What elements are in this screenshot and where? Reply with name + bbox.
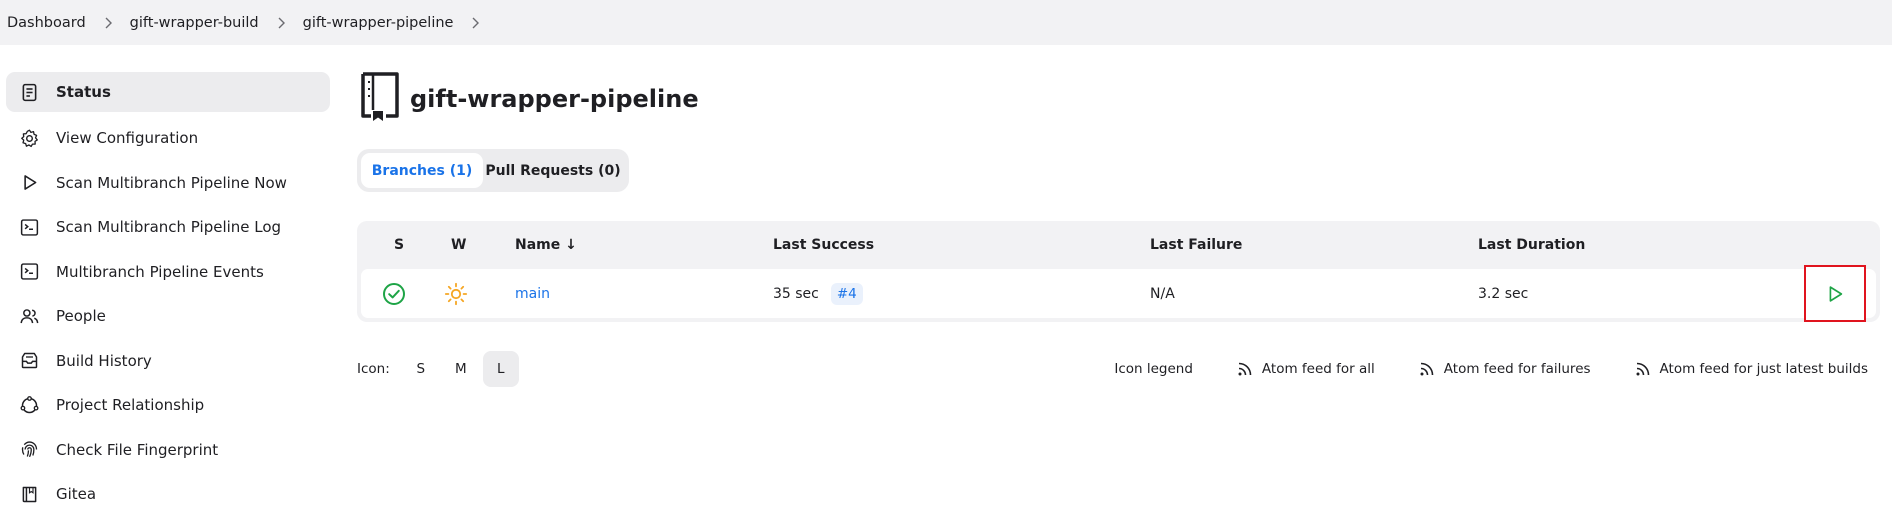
terminal-icon: [18, 216, 40, 238]
sidebar-item-label: People: [56, 307, 106, 326]
pipeline-book-icon: [360, 72, 400, 126]
status-icon: [18, 81, 40, 103]
sidebar-item-scan-log[interactable]: Scan Multibranch Pipeline Log: [6, 205, 330, 250]
atom-feed-failures-label: Atom feed for failures: [1443, 361, 1591, 377]
header-last-success[interactable]: Last Success: [773, 237, 874, 253]
play-icon: [18, 172, 40, 194]
rss-icon: [1238, 362, 1252, 376]
sidebar-item-status[interactable]: Status: [6, 72, 330, 112]
atom-feed-latest-label: Atom feed for just latest builds: [1659, 361, 1868, 377]
header-weather[interactable]: W: [451, 237, 466, 253]
sidebar-item-label: Status: [56, 83, 111, 101]
sidebar-item-label: Multibranch Pipeline Events: [56, 262, 264, 281]
fingerprint-icon: [18, 439, 40, 461]
breadcrumb-dashboard[interactable]: Dashboard: [7, 15, 86, 31]
sidebar-item-gitea[interactable]: Gitea: [6, 472, 330, 517]
sidebar-item-scan-now[interactable]: Scan Multibranch Pipeline Now: [6, 161, 330, 206]
breadcrumb-folder[interactable]: gift-wrapper-build: [130, 15, 259, 31]
breadcrumb: Dashboard gift-wrapper-build gift-wrappe…: [0, 0, 1892, 45]
atom-feed-latest-link[interactable]: Atom feed for just latest builds: [1635, 361, 1868, 377]
terminal-icon: [18, 261, 40, 283]
gear-icon: [18, 127, 40, 149]
history-icon: [18, 350, 40, 372]
sidebar-item-people[interactable]: People: [6, 294, 330, 339]
sidebar-item-label: Project Relationship: [56, 396, 205, 415]
tab-pull-requests[interactable]: Pull Requests (0): [483, 153, 623, 188]
sidebar-item-project-relationship[interactable]: Project Relationship: [6, 383, 330, 428]
feed-links: Icon legend Atom feed for all Atom feed …: [1070, 350, 1868, 388]
breadcrumb-pipeline[interactable]: gift-wrapper-pipeline: [303, 15, 454, 31]
atom-feed-all-label: Atom feed for all: [1261, 361, 1375, 377]
sidebar: Status View Configuration Scan Multibran…: [6, 72, 330, 517]
atom-feed-failures-link[interactable]: Atom feed for failures: [1419, 361, 1591, 377]
people-icon: [18, 305, 40, 327]
atom-feed-all-link[interactable]: Atom feed for all: [1237, 361, 1375, 377]
icon-size-label: Icon:: [357, 361, 390, 377]
rss-icon: [1636, 362, 1649, 376]
chevron-right-icon: [103, 17, 113, 29]
success-icon: [382, 269, 406, 318]
icon-size-small-button[interactable]: S: [403, 351, 439, 387]
sidebar-item-label: Build History: [56, 351, 152, 370]
rss-icon: [1420, 362, 1434, 376]
icon-legend-label: Icon legend: [1114, 361, 1193, 377]
header-name[interactable]: Name ↓: [515, 237, 577, 253]
tab-branches[interactable]: Branches (1): [361, 153, 483, 188]
sidebar-item-view-configuration[interactable]: View Configuration: [6, 116, 330, 161]
last-duration-cell: 3.2 sec: [1478, 285, 1529, 302]
branch-name-link[interactable]: main: [515, 269, 550, 318]
play-icon: [1829, 285, 1843, 302]
relationship-icon: [18, 394, 40, 416]
schedule-build-button[interactable]: [1804, 265, 1866, 322]
table-row: main 35 sec #4 N/A 3.2 sec: [361, 269, 1876, 318]
last-failure-cell: N/A: [1150, 285, 1175, 302]
sidebar-item-pipeline-events[interactable]: Multibranch Pipeline Events: [6, 250, 330, 295]
sidebar-item-label: Scan Multibranch Pipeline Now: [56, 173, 287, 192]
page-title: gift-wrapper-pipeline: [410, 85, 699, 113]
header-status[interactable]: S: [394, 237, 404, 253]
chevron-right-icon: [276, 17, 286, 29]
sidebar-item-label: Scan Multibranch Pipeline Log: [56, 218, 282, 237]
last-success-time: 35 sec: [773, 285, 819, 302]
sidebar-item-build-history[interactable]: Build History: [6, 339, 330, 384]
chevron-right-icon[interactable]: [470, 17, 480, 29]
sunny-weather-icon: [444, 269, 468, 318]
icon-legend-link[interactable]: Icon legend: [1114, 361, 1193, 377]
branches-table: S W Name ↓ Last Success Last Failure Las…: [357, 221, 1880, 322]
gitea-icon: [18, 483, 40, 505]
sidebar-item-label: Gitea: [56, 485, 97, 504]
header-last-duration[interactable]: Last Duration: [1478, 237, 1585, 253]
build-number-link[interactable]: #4: [830, 282, 863, 305]
tab-bar: Branches (1) Pull Requests (0): [357, 149, 629, 192]
icon-size-medium-button[interactable]: M: [443, 351, 479, 387]
icon-size-large-button[interactable]: L: [482, 351, 519, 387]
sidebar-item-check-fingerprint[interactable]: Check File Fingerprint: [6, 428, 330, 473]
header-last-failure[interactable]: Last Failure: [1150, 237, 1242, 253]
sidebar-item-label: View Configuration: [56, 129, 199, 148]
page-header: gift-wrapper-pipeline: [360, 72, 699, 126]
table-footer: Icon: S M L Icon legend Atom feed for al…: [357, 350, 1880, 388]
sidebar-item-label: Check File Fingerprint: [56, 440, 219, 459]
last-success-cell: 35 sec #4: [773, 269, 863, 318]
